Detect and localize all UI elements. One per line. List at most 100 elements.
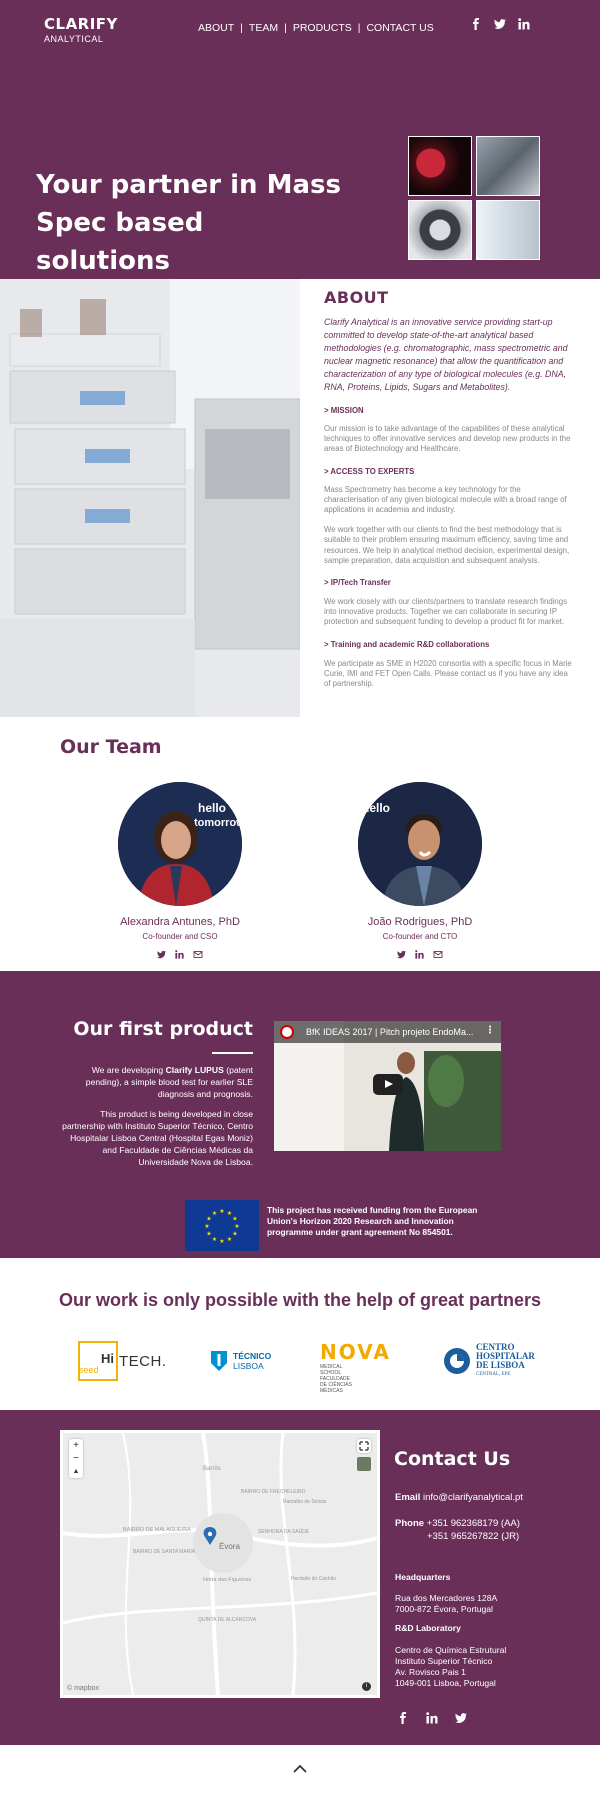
mission-heading: > MISSION	[324, 406, 364, 415]
phone-value-1[interactable]: +351 962368179 (AA)	[427, 1518, 520, 1529]
email-icon[interactable]	[433, 950, 443, 959]
product-text-pre: We are developing	[91, 1065, 166, 1075]
video-title[interactable]: BfK IDEAS 2017 | Pitch projeto EndoMa...	[306, 1027, 486, 1037]
partner-hiseedtech[interactable]: Hi seed TECH.	[78, 1339, 167, 1383]
logo-text: CENTRAL, EPE	[476, 1372, 511, 1377]
logo-text: seed	[79, 1365, 99, 1375]
about-section: ABOUT Clarify Analytical is an innovativ…	[324, 288, 576, 689]
contact-section: Barrôs BAIRRO DE MALAGUEIRA BAIRRO DE FR…	[0, 1410, 600, 1745]
chevron-up-icon[interactable]	[292, 1761, 308, 1777]
twitter-icon[interactable]	[455, 1712, 467, 1724]
member-role: Co-founder and CTO	[382, 932, 458, 941]
member-name: Alexandra Antunes, PhD	[120, 916, 240, 928]
logo-line2: ANALYTICAL	[44, 34, 104, 44]
hero-title: Your partner in Mass Spec based solution…	[36, 170, 341, 276]
satellite-toggle[interactable]	[357, 1457, 371, 1471]
zoom-in-button[interactable]: +	[69, 1439, 83, 1452]
zoom-out-button[interactable]: −	[69, 1452, 83, 1465]
compass-icon[interactable]: ▲	[69, 1465, 83, 1478]
twitter-icon[interactable]	[397, 950, 406, 959]
map-label: QUINTA DE ALCARCOVA	[198, 1617, 257, 1623]
nav-team[interactable]: TEAM	[249, 22, 278, 34]
logo-text: NOVA	[320, 1340, 391, 1364]
nav-products[interactable]: PRODUCTS	[293, 22, 352, 34]
fullscreen-icon[interactable]	[357, 1439, 371, 1453]
map-label: Barrôs	[203, 1466, 221, 1472]
eu-star-icon: ★	[234, 1223, 239, 1230]
hq-address: Rua dos Mercadores 128A 7000-872 Évora, …	[395, 1593, 497, 1615]
hero-image-virus	[408, 136, 472, 196]
eu-star-icon: ★	[206, 1231, 211, 1238]
hq-line2: 7000-872 Évora, Portugal	[395, 1604, 493, 1614]
hero-image-grid	[408, 136, 540, 260]
facebook-icon[interactable]	[397, 1712, 409, 1724]
linkedin-icon[interactable]	[415, 950, 424, 959]
contact-title: Contact Us	[394, 1448, 511, 1470]
main-nav: ABOUT | TEAM | PRODUCTS | CONTACT US	[198, 22, 434, 34]
nav-about[interactable]: ABOUT	[198, 22, 234, 34]
logo[interactable]: CLARIFY ANALYTICAL	[44, 15, 118, 44]
avatar: hello tomorrow	[118, 782, 242, 906]
linkedin-icon[interactable]	[518, 18, 530, 30]
experts-text-1: Mass Spectrometry has become a key techn…	[324, 484, 567, 515]
logo-line1: CLARIFY	[44, 15, 118, 33]
ip-text: We work closely with our clients/partner…	[324, 597, 567, 627]
nav-separator: |	[357, 22, 361, 34]
map-label: BAIRRO DE SANTA MARIA	[133, 1549, 196, 1555]
eu-flag: ★ ★ ★ ★ ★ ★ ★ ★ ★ ★ ★ ★	[185, 1200, 259, 1251]
partners-title: Our work is only possible with the help …	[58, 1290, 542, 1310]
hq-label: Headquarters	[395, 1572, 451, 1582]
linkedin-icon[interactable]	[426, 1712, 438, 1724]
nova-subtext: MEDICAL SCHOOL FACULDADE DE CIÊNCIAS MÉD…	[320, 1364, 352, 1394]
channel-avatar[interactable]	[280, 1025, 294, 1039]
eu-star-icon: ★	[219, 1208, 224, 1215]
partner-nova-medical[interactable]: NOVA MEDICAL SCHOOL FACULDADE DE CIÊNCIA…	[320, 1342, 391, 1396]
hero-image-instrument	[408, 200, 472, 260]
logo-text: LISBOA	[233, 1361, 264, 1371]
video-player[interactable]: BfK IDEAS 2017 | Pitch projeto EndoMa...…	[274, 1021, 501, 1151]
eu-star-icon: ★	[232, 1231, 237, 1238]
map-label: SENHORA DA SAÚDE	[258, 1528, 310, 1535]
eu-stars: ★★★★★★★★★ ★ ★★	[204, 1208, 239, 1245]
eu-star-icon: ★	[204, 1223, 209, 1230]
twitter-icon[interactable]	[157, 950, 166, 959]
contact-phone-2[interactable]: +351 965267822 (JR)	[427, 1531, 519, 1543]
video-menu-icon[interactable]: ⋮	[485, 1025, 495, 1036]
partner-tecnico[interactable]: TÉCNICO LISBOA	[210, 1339, 271, 1383]
map-city-label: Évora	[219, 1542, 240, 1551]
hero-image-scientist	[476, 200, 540, 260]
hero-section: CLARIFY ANALYTICAL ABOUT | TEAM | PRODUC…	[0, 0, 600, 279]
team-title: Our Team	[60, 736, 162, 758]
phone-label: Phone	[395, 1518, 425, 1529]
info-icon[interactable]: i	[362, 1682, 371, 1691]
lab-label: R&D Laboratory	[395, 1623, 461, 1633]
video-title-bar: BfK IDEAS 2017 | Pitch projeto EndoMa...…	[274, 1021, 501, 1043]
tecnico-shield-icon	[211, 1351, 227, 1371]
email-value[interactable]: info@clarifyanalytical.pt	[423, 1492, 523, 1503]
product-title: Our first product	[73, 1018, 253, 1040]
eu-star-icon: ★	[212, 1210, 217, 1217]
ip-heading: > IP/Tech Transfer	[324, 578, 391, 588]
twitter-icon[interactable]	[494, 18, 506, 30]
team-member-alexandra: hello tomorrow Alexandra Antunes, PhD Co…	[80, 782, 280, 959]
partner-chlc[interactable]: CENTRO HOSPITALAR DE LISBOA CENTRAL, EPE	[442, 1339, 535, 1383]
location-map[interactable]: Barrôs BAIRRO DE MALAGUEIRA BAIRRO DE FR…	[60, 1430, 380, 1698]
training-heading: > Training and academic R&D collaboratio…	[324, 639, 490, 649]
contact-phone: Phone +351 962368179 (AA)	[395, 1518, 520, 1530]
title-underline	[212, 1052, 253, 1054]
about-title: ABOUT	[324, 288, 389, 307]
map-label: Horta das Figueiras	[203, 1577, 251, 1583]
member-role: Co-founder and CSO	[142, 932, 218, 941]
logo-text: Hi	[101, 1351, 114, 1366]
member-social	[80, 950, 280, 959]
experts-heading: > ACCESS TO EXPERTS	[324, 466, 415, 476]
email-icon[interactable]	[193, 950, 203, 959]
hero-image-lab	[476, 136, 540, 196]
nav-contact-us[interactable]: CONTACT US	[366, 22, 433, 34]
linkedin-icon[interactable]	[175, 950, 184, 959]
avatar-backdrop-text: tomorrow	[194, 817, 242, 829]
mission-text: Our mission is to take advantage of the …	[324, 424, 571, 454]
eu-funding-text: This project has received funding from t…	[267, 1205, 478, 1237]
play-button[interactable]	[373, 1074, 403, 1095]
facebook-icon[interactable]	[470, 18, 482, 30]
